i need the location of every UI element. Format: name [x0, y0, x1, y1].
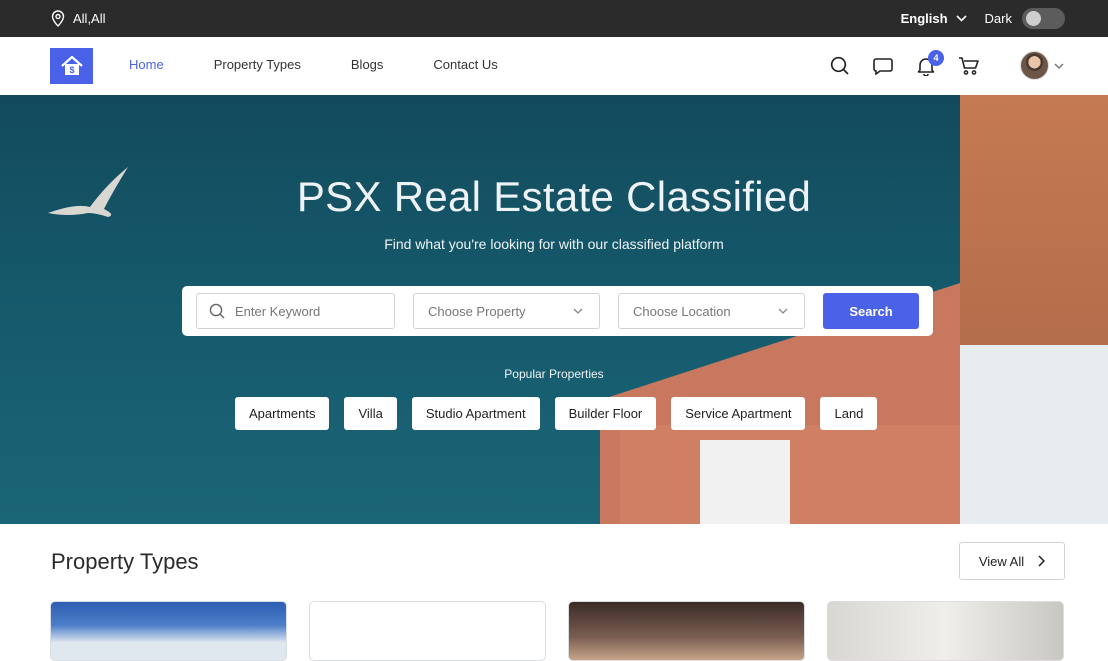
- nav-blogs[interactable]: Blogs: [351, 57, 384, 72]
- chevron-down-icon: [778, 308, 788, 314]
- property-select-value: Choose Property: [428, 303, 526, 319]
- search-panel: Enter Keyword Choose Property Choose Loc…: [182, 286, 933, 336]
- avatar: [1020, 51, 1049, 80]
- profile-menu[interactable]: [1020, 51, 1064, 80]
- chip-villa[interactable]: Villa: [344, 397, 397, 430]
- toggle-knob: [1026, 11, 1041, 26]
- search-button[interactable]: [829, 55, 851, 77]
- location-text: All,All: [73, 11, 106, 26]
- chevron-down-icon: [1054, 63, 1064, 69]
- top-utility-bar: All,All English Dark: [0, 0, 1108, 37]
- notification-badge: 4: [928, 49, 944, 66]
- notifications-button[interactable]: 4: [915, 49, 944, 77]
- keyword-placeholder: Enter Keyword: [235, 303, 321, 319]
- property-type-card[interactable]: [50, 601, 287, 661]
- property-select[interactable]: Choose Property: [413, 293, 600, 329]
- chip-land[interactable]: Land: [820, 397, 878, 430]
- view-all-label: View All: [978, 553, 1025, 569]
- search-icon: [830, 56, 849, 75]
- chip-builder-floor[interactable]: Builder Floor: [554, 397, 657, 430]
- hero-banner: PSX Real Estate Classified Find what you…: [0, 95, 1108, 524]
- svg-text:$: $: [69, 65, 74, 75]
- messages-button[interactable]: [872, 55, 894, 77]
- chip-service-apartment[interactable]: Service Apartment: [671, 397, 806, 430]
- chat-icon: [873, 57, 893, 75]
- location-select[interactable]: Choose Location: [618, 293, 805, 329]
- language-selector[interactable]: English: [901, 11, 967, 26]
- chevron-down-icon: [573, 308, 583, 314]
- nav-contact-us[interactable]: Contact Us: [433, 57, 497, 72]
- search-icon: [209, 303, 225, 319]
- nav-property-types[interactable]: Property Types: [214, 57, 301, 72]
- property-type-card[interactable]: [568, 601, 805, 661]
- site-logo[interactable]: $: [50, 48, 93, 84]
- hero-building-window: [700, 440, 790, 524]
- location-selector[interactable]: All,All: [51, 10, 106, 27]
- chevron-right-icon: [1038, 555, 1046, 567]
- popular-properties-chips: Apartments Villa Studio Apartment Builde…: [235, 397, 878, 430]
- location-pin-icon: [51, 10, 65, 27]
- popular-properties-label: Popular Properties: [504, 367, 604, 381]
- language-label: English: [900, 11, 948, 26]
- view-all-button[interactable]: View All: [959, 542, 1065, 580]
- chip-studio-apartment[interactable]: Studio Apartment: [411, 397, 540, 430]
- keyword-input[interactable]: Enter Keyword: [196, 293, 395, 329]
- house-dollar-icon: $: [60, 55, 83, 75]
- search-button[interactable]: Search: [823, 293, 919, 329]
- section-title-property-types: Property Types: [51, 549, 199, 574]
- nav-home[interactable]: Home: [129, 57, 164, 72]
- hero-title: PSX Real Estate Classified: [296, 173, 812, 220]
- property-type-card[interactable]: [309, 601, 546, 661]
- hero-subtitle: Find what you're looking for with our cl…: [384, 236, 724, 252]
- dark-mode-toggle[interactable]: [1022, 8, 1065, 29]
- chip-apartments[interactable]: Apartments: [235, 397, 330, 430]
- theme-label: Dark: [984, 11, 1012, 26]
- cart-button[interactable]: [958, 55, 980, 77]
- property-type-card[interactable]: [827, 601, 1064, 661]
- main-navbar: $ Home Property Types Blogs Contact Us 4: [0, 37, 1108, 95]
- cart-icon: [959, 56, 979, 75]
- chevron-down-icon: [955, 15, 967, 22]
- hero-building-front: [620, 425, 960, 524]
- location-select-value: Choose Location: [633, 303, 731, 319]
